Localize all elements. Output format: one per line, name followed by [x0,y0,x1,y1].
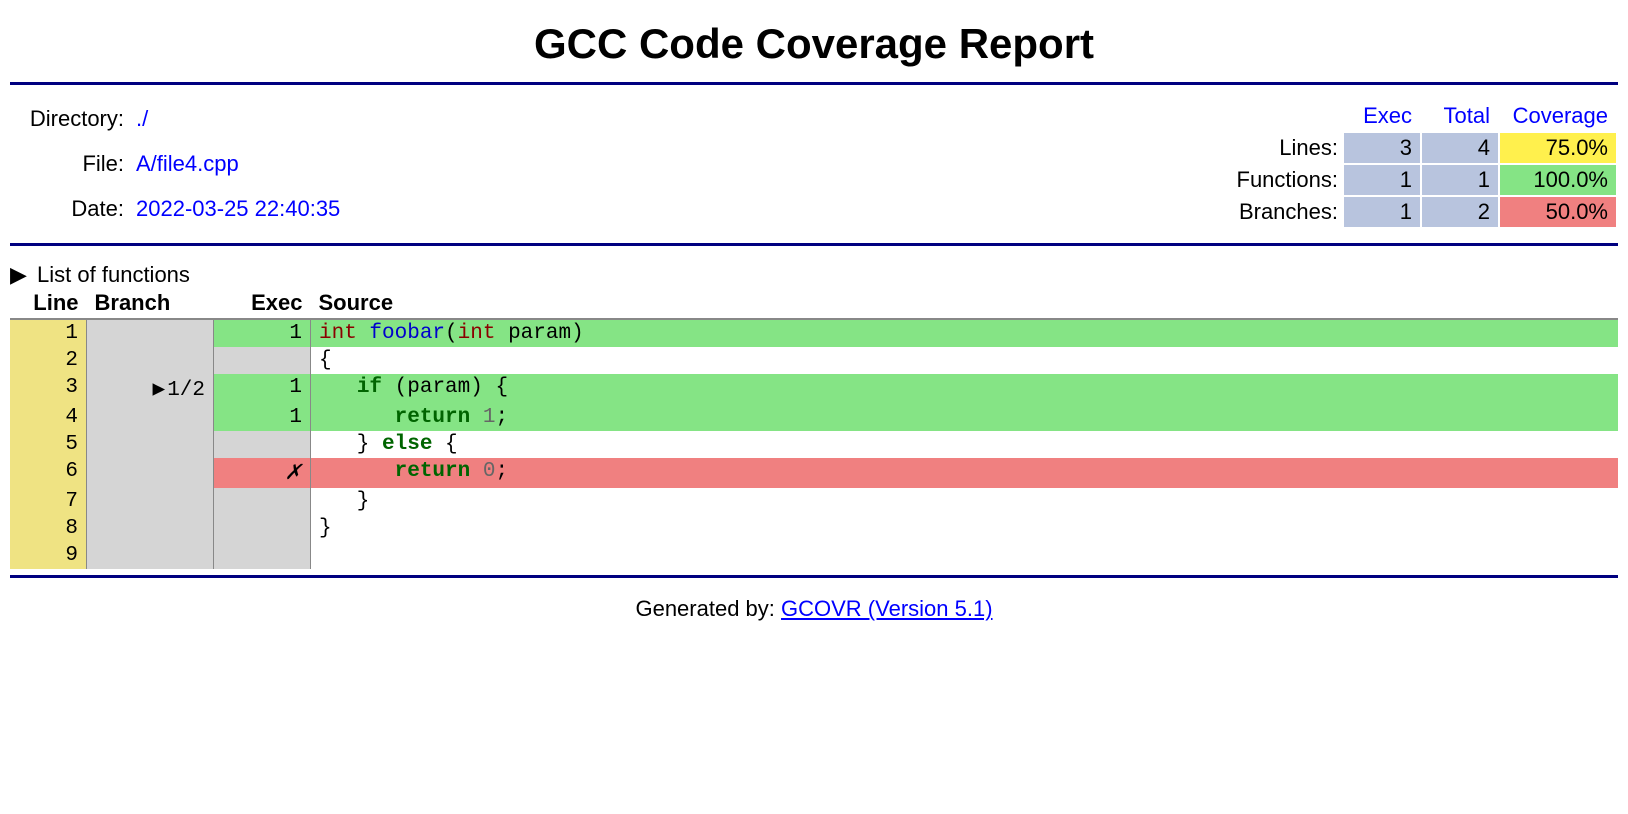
divider [10,243,1618,246]
exec-cell: 1 [214,319,311,347]
branches-label: Branches: [1236,197,1343,227]
footer-prefix: Generated by: [635,596,781,621]
source-cell: int foobar(int param) [311,319,1619,347]
functions-exec: 1 [1344,165,1420,195]
exec-cell [214,542,311,569]
gcovr-link[interactable]: GCOVR (Version 5.1) [781,596,993,621]
date-label: Date: [10,196,130,222]
branch-cell [87,347,214,374]
branch-cell [87,542,214,569]
branch-cell [87,458,214,488]
source-row: 7 } [10,488,1618,515]
exec-cell: 1 [214,404,311,431]
type-keyword: int [319,322,357,345]
source-row: 8 } [10,515,1618,542]
source-cell: return 0; [311,458,1619,488]
line-number: 7 [10,488,87,515]
line-number: 5 [10,431,87,458]
source-cell: } [311,488,1619,515]
source-cell: } [311,515,1619,542]
branch-cell [87,515,214,542]
footer: Generated by: GCOVR (Version 5.1) [10,584,1618,642]
source-row: 9 [10,542,1618,569]
source-row: 3 ▶1/2 1 if (param) { [10,374,1618,404]
summary-block: Directory: ./ File: A/file4.cpp Date: 20… [10,91,1618,237]
keyword: return [395,406,471,429]
branches-coverage: 50.0% [1500,197,1616,227]
branch-cell[interactable]: ▶1/2 [87,374,214,404]
source-row: 5 } else { [10,431,1618,458]
branches-exec: 1 [1344,197,1420,227]
triangle-right-icon: ▶ [153,376,166,402]
line-number: 3 [10,374,87,404]
divider [10,575,1618,578]
source-table: Line Branch Exec Source 1 1 int foobar(i… [10,290,1618,569]
line-number: 8 [10,515,87,542]
file-value: A/file4.cpp [136,151,340,177]
keyword: else [382,433,432,456]
th-source: Source [311,290,1619,319]
lines-total: 4 [1422,133,1498,163]
line-number: 2 [10,347,87,374]
directory-value: ./ [136,106,340,132]
header-info: Directory: ./ File: A/file4.cpp Date: 20… [10,99,340,229]
source-cell: } else { [311,431,1619,458]
directory-label: Directory: [10,106,130,132]
th-branch: Branch [87,290,214,319]
type-keyword: int [458,322,496,345]
line-number: 1 [10,319,87,347]
line-number: 6 [10,458,87,488]
function-name: foobar [369,322,445,345]
lines-label: Lines: [1236,133,1343,163]
source-row: 6 ✗ return 0; [10,458,1618,488]
exec-cell [214,488,311,515]
col-coverage: Coverage [1500,101,1616,131]
coverage-stats: Exec Total Coverage Lines: 3 4 75.0% Fun… [1234,99,1619,229]
functions-label: Functions: [1236,165,1343,195]
exec-cell: 1 [214,374,311,404]
exec-cell: ✗ [214,458,311,488]
divider [10,82,1618,85]
col-exec: Exec [1344,101,1420,131]
branches-total: 2 [1422,197,1498,227]
triangle-right-icon: ▶ [10,262,27,288]
keyword: return [395,460,471,483]
source-cell: { [311,347,1619,374]
source-row: 4 1 return 1; [10,404,1618,431]
functions-total: 1 [1422,165,1498,195]
th-line: Line [10,290,87,319]
exec-cell [214,431,311,458]
source-cell [311,542,1619,569]
source-row: 2 { [10,347,1618,374]
th-exec: Exec [214,290,311,319]
line-number: 9 [10,542,87,569]
source-row: 1 1 int foobar(int param) [10,319,1618,347]
source-cell: return 1; [311,404,1619,431]
functions-coverage: 100.0% [1500,165,1616,195]
page-title: GCC Code Coverage Report [10,20,1618,68]
file-label: File: [10,151,130,177]
function-list-toggle[interactable]: ▶ List of functions [10,262,190,288]
col-total: Total [1422,101,1498,131]
number-literal: 0 [470,460,495,483]
source-cell: if (param) { [311,374,1619,404]
date-value: 2022-03-25 22:40:35 [136,196,340,222]
exec-cell [214,347,311,374]
function-list-label: List of functions [37,262,190,287]
keyword: if [357,376,382,399]
exec-cell [214,515,311,542]
lines-exec: 3 [1344,133,1420,163]
branch-cell [87,319,214,347]
branch-cell [87,404,214,431]
branch-cell [87,488,214,515]
line-number: 4 [10,404,87,431]
branch-cell [87,431,214,458]
lines-coverage: 75.0% [1500,133,1616,163]
number-literal: 1 [470,406,495,429]
